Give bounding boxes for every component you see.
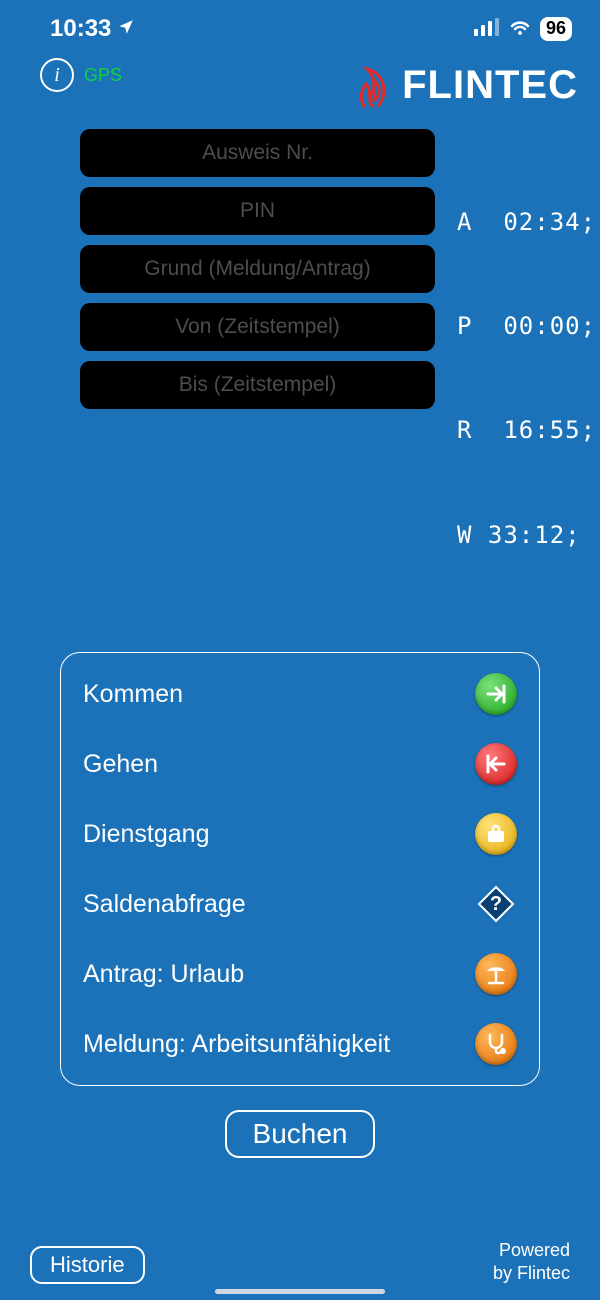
- input-form: Ausweis Nr. PIN Grund (Meldung/Antrag) V…: [80, 113, 435, 409]
- stat-line-p: P 00:00;: [457, 309, 596, 344]
- brand-logo: FLINTEC: [352, 58, 578, 113]
- status-time: 10:33: [50, 15, 111, 43]
- cellular-signal-icon: [474, 15, 500, 43]
- action-dienstgang[interactable]: Dienstgang: [61, 799, 539, 869]
- ausweis-input[interactable]: Ausweis Nr.: [80, 129, 435, 177]
- von-input[interactable]: Von (Zeitstempel): [80, 303, 435, 351]
- action-salden[interactable]: Saldenabfrage ?: [61, 869, 539, 939]
- stat-line-r: R 16:55;: [457, 413, 596, 448]
- grund-input[interactable]: Grund (Meldung/Antrag): [80, 245, 435, 293]
- action-arbeitsunfaehigkeit[interactable]: Meldung: Arbeitsunfähigkeit: [61, 1009, 539, 1079]
- action-label: Antrag: Urlaub: [83, 960, 244, 989]
- ausweis-placeholder: Ausweis Nr.: [202, 141, 313, 165]
- info-gps-group: i GPS: [40, 58, 122, 92]
- footer: Historie Powered by Flintec: [0, 1239, 600, 1284]
- svg-text:?: ?: [490, 893, 502, 915]
- action-kommen[interactable]: Kommen: [61, 659, 539, 729]
- flame-icon: [352, 58, 392, 113]
- home-indicator[interactable]: [215, 1289, 385, 1294]
- info-icon[interactable]: i: [40, 58, 74, 92]
- action-label: Saldenabfrage: [83, 890, 246, 919]
- vacation-icon: [475, 953, 517, 995]
- location-arrow-icon: [117, 15, 135, 43]
- status-bar: 10:33 96: [0, 0, 600, 50]
- status-right-group: 96: [474, 15, 572, 43]
- action-label: Gehen: [83, 750, 158, 779]
- leave-icon: [475, 743, 517, 785]
- action-label: Dienstgang: [83, 820, 209, 849]
- app-header: i GPS FLINTEC: [0, 50, 600, 113]
- powered-by: Powered by Flintec: [493, 1239, 570, 1284]
- sick-icon: [475, 1023, 517, 1065]
- bis-input[interactable]: Bis (Zeitstempel): [80, 361, 435, 409]
- errand-icon: [475, 813, 517, 855]
- brand-name: FLINTEC: [402, 63, 578, 108]
- history-button[interactable]: Historie: [30, 1246, 145, 1284]
- grund-placeholder: Grund (Meldung/Antrag): [144, 257, 370, 281]
- arrive-icon: [475, 673, 517, 715]
- battery-level: 96: [540, 17, 572, 41]
- action-gehen[interactable]: Gehen: [61, 729, 539, 799]
- action-label: Meldung: Arbeitsunfähigkeit: [83, 1030, 390, 1059]
- pin-placeholder: PIN: [240, 199, 275, 223]
- gps-status: GPS: [84, 65, 122, 86]
- stat-line-a: A 02:34;: [457, 205, 596, 240]
- bis-placeholder: Bis (Zeitstempel): [179, 373, 337, 397]
- pin-input[interactable]: PIN: [80, 187, 435, 235]
- balance-icon: ?: [475, 883, 517, 925]
- time-stats: A 02:34; P 00:00; R 16:55; W 33:12;: [435, 113, 596, 622]
- book-button[interactable]: Buchen: [225, 1110, 376, 1158]
- action-urlaub[interactable]: Antrag: Urlaub: [61, 939, 539, 1009]
- stat-line-w: W 33:12;: [457, 518, 596, 553]
- powered-line1: Powered: [493, 1239, 570, 1262]
- action-list: Kommen Gehen Dienstgang Saldenabfrage ?: [60, 652, 540, 1086]
- wifi-icon: [508, 15, 532, 43]
- status-time-group: 10:33: [50, 15, 135, 43]
- von-placeholder: Von (Zeitstempel): [175, 315, 340, 339]
- powered-line2: by Flintec: [493, 1262, 570, 1285]
- action-label: Kommen: [83, 680, 183, 709]
